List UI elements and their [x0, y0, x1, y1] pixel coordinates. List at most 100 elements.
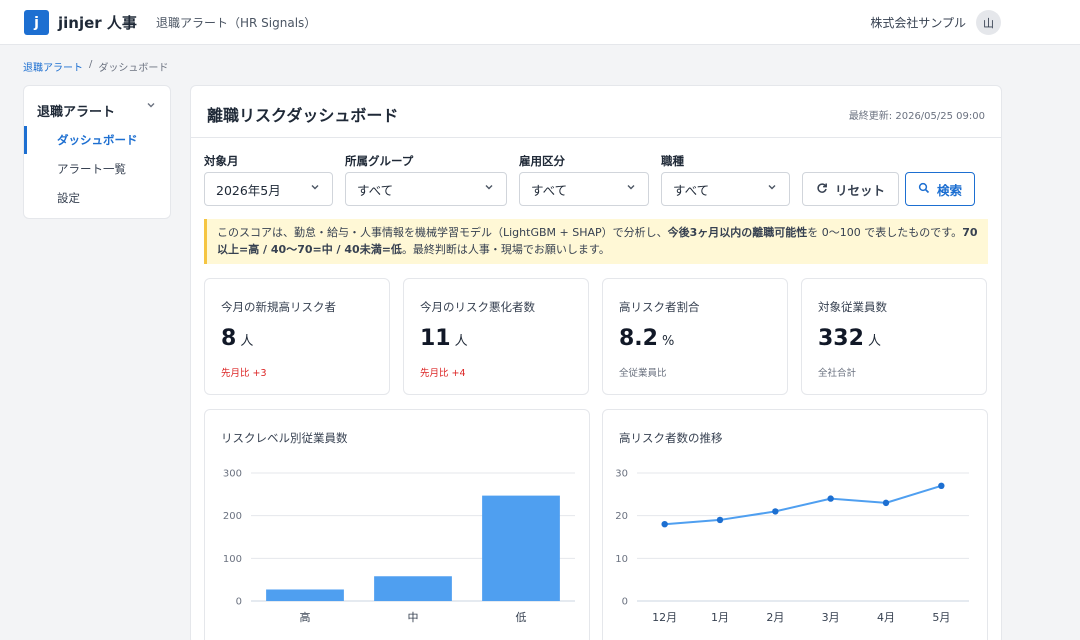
- sidebar-item-alert-list[interactable]: アラート一覧: [24, 155, 170, 183]
- y-tick-label: 10: [615, 554, 628, 565]
- bar-chart-svg: 0 100 200 300 高 中 低: [223, 469, 575, 624]
- breadcrumb-current: ダッシュボード: [98, 63, 169, 74]
- refresh-icon: [816, 182, 828, 197]
- filter-label-group: 所属グループ: [345, 154, 414, 168]
- x-tick-label: 低: [516, 611, 527, 624]
- logo-icon[interactable]: j: [24, 10, 49, 35]
- breadcrumb: 退職アラート / ダッシュボード: [23, 59, 168, 74]
- kpi-card-new-high-risk: 今月の新規高リスク者 8人 先月比 +3: [204, 278, 390, 395]
- kpi-sub: 全社合計: [818, 368, 857, 379]
- main-panel: 離職リスクダッシュボード 最終更新: 2026/05/25 09:00 対象月 …: [190, 85, 1002, 640]
- search-button[interactable]: 検索: [905, 172, 975, 206]
- data-point: [827, 495, 834, 502]
- kpi-title: 高リスク者割合: [619, 300, 700, 314]
- kpi-card-total-employees: 対象従業員数 332 人 全社合計: [801, 278, 987, 395]
- y-tick-label: 0: [622, 597, 628, 608]
- search-button-label: 検索: [936, 182, 962, 198]
- job-select[interactable]: すべて: [661, 172, 790, 206]
- month-select[interactable]: 2026年5月: [204, 172, 333, 206]
- group-select[interactable]: すべて: [345, 172, 507, 206]
- x-tick-label: 中: [408, 611, 419, 624]
- data-point: [938, 482, 945, 489]
- data-point: [772, 508, 779, 515]
- sidebar-heading[interactable]: 退職アラート: [37, 101, 115, 120]
- kpi-number: 11: [420, 326, 451, 351]
- chevron-down-icon: [310, 182, 320, 195]
- x-tick-label: 4月: [877, 611, 895, 624]
- filter-label-month: 対象月: [204, 154, 239, 168]
- x-tick-label: 高: [300, 610, 311, 624]
- kpi-value: 8人: [221, 326, 253, 351]
- kpi-unit: %: [661, 334, 675, 349]
- group-select-value: すべて: [357, 182, 394, 198]
- chevron-down-icon: [767, 182, 777, 195]
- line-chart-svg: 0 10 20 30 12月 1月 2月 3月 4月 5月: [615, 469, 969, 624]
- notice-bold-1: 今後3ヶ月以内の離職可能性: [667, 226, 808, 239]
- x-tick-label: 12月: [652, 611, 677, 624]
- y-tick-label: 300: [223, 469, 242, 480]
- sidebar-item-settings[interactable]: 設定: [24, 184, 170, 212]
- reset-button[interactable]: リセット: [802, 172, 899, 206]
- series-line: [664, 484, 942, 526]
- bar: [482, 495, 560, 601]
- kpi-card-high-risk-ratio: 高リスク者割合 8.2% 全従業員比: [602, 278, 788, 395]
- kpi-delta: 先月比 +4: [420, 368, 466, 379]
- filter-label-employment: 雇用区分: [519, 154, 565, 168]
- employment-select[interactable]: すべて: [519, 172, 649, 206]
- y-tick-label: 30: [615, 469, 628, 480]
- employment-select-value: すべて: [531, 182, 568, 198]
- notice-text-2: を 0〜100 で表したものです。: [807, 226, 963, 239]
- kpi-sub: 全従業員比: [619, 368, 667, 379]
- page-title: 離職リスクダッシュボード: [207, 106, 399, 125]
- data-point: [661, 521, 668, 528]
- reset-button-label: リセット: [834, 182, 885, 198]
- last-updated: 最終更新: 2026/05/25 09:00: [848, 111, 985, 122]
- kpi-title: 今月のリスク悪化者数: [420, 300, 535, 314]
- breadcrumb-separator: /: [89, 59, 93, 70]
- chevron-down-icon: [626, 182, 636, 195]
- x-tick-label: 5月: [932, 611, 950, 624]
- kpi-unit: 人: [454, 334, 468, 349]
- top-bar: j jinjer 人事 退職アラート（HR Signals） 株式会社サンプル …: [0, 0, 1080, 45]
- company-name: 株式会社サンプル: [870, 16, 966, 30]
- breadcrumb-link-alert[interactable]: 退職アラート: [23, 59, 83, 74]
- job-select-value: すべて: [673, 182, 710, 198]
- logo-text[interactable]: jinjer 人事: [58, 12, 137, 33]
- avatar[interactable]: 山: [976, 10, 1001, 35]
- risk-level-bar-chart: リスクレベル別従業員数 0 100 200 300 高中低: [204, 409, 590, 640]
- x-tick-label: 1月: [711, 611, 729, 624]
- kpi-value: 332 人: [818, 326, 881, 351]
- kpi-number: 8.2: [619, 326, 658, 351]
- chevron-down-icon: [484, 182, 494, 195]
- high-risk-trend-line-chart: 高リスク者数の推移 0 10 20 30 12月 1月 2月 3月 4月 5月: [602, 409, 988, 640]
- kpi-title: 今月の新規高リスク者: [221, 300, 336, 314]
- chevron-down-icon[interactable]: [146, 100, 156, 113]
- kpi-unit: 人: [240, 334, 254, 349]
- y-tick-label: 0: [236, 597, 242, 608]
- y-tick-label: 20: [615, 511, 628, 522]
- data-point: [716, 516, 724, 524]
- kpi-card-worsened: 今月のリスク悪化者数 11 人 先月比 +4: [403, 278, 589, 395]
- notice-text-3: 。最終判断は人事・現場でお願いします。: [401, 242, 610, 256]
- x-tick-label: 3月: [822, 611, 840, 624]
- kpi-value: 8.2%: [619, 326, 674, 351]
- data-point: [882, 499, 890, 507]
- sidebar-item-dashboard[interactable]: ダッシュボード: [24, 126, 170, 154]
- bar: [266, 589, 344, 601]
- kpi-unit: 人: [867, 334, 881, 349]
- sidebar: 退職アラート ダッシュボード アラート一覧 設定: [23, 85, 171, 219]
- y-tick-label: 200: [223, 511, 242, 522]
- filter-label-job: 職種: [661, 154, 684, 168]
- notice-text-1: このスコアは、勤怠・給与・人事情報を機械学習モデル（LightGBM + SHA…: [217, 226, 668, 239]
- app-title: 退職アラート（HR Signals）: [156, 16, 317, 30]
- main-header: 離職リスクダッシュボード 最終更新: 2026/05/25 09:00: [191, 86, 1001, 138]
- bar: [374, 576, 452, 601]
- kpi-delta: 先月比 +3: [221, 368, 267, 379]
- y-tick-label: 100: [223, 554, 242, 565]
- kpi-number: 8: [221, 326, 237, 351]
- kpi-title: 対象従業員数: [818, 300, 887, 314]
- month-select-value: 2026年5月: [216, 182, 281, 198]
- x-tick-label: 2月: [766, 611, 784, 624]
- kpi-value: 11 人: [420, 326, 468, 351]
- score-notice: このスコアは、勤怠・給与・人事情報を機械学習モデル（LightGBM + SHA…: [204, 219, 988, 264]
